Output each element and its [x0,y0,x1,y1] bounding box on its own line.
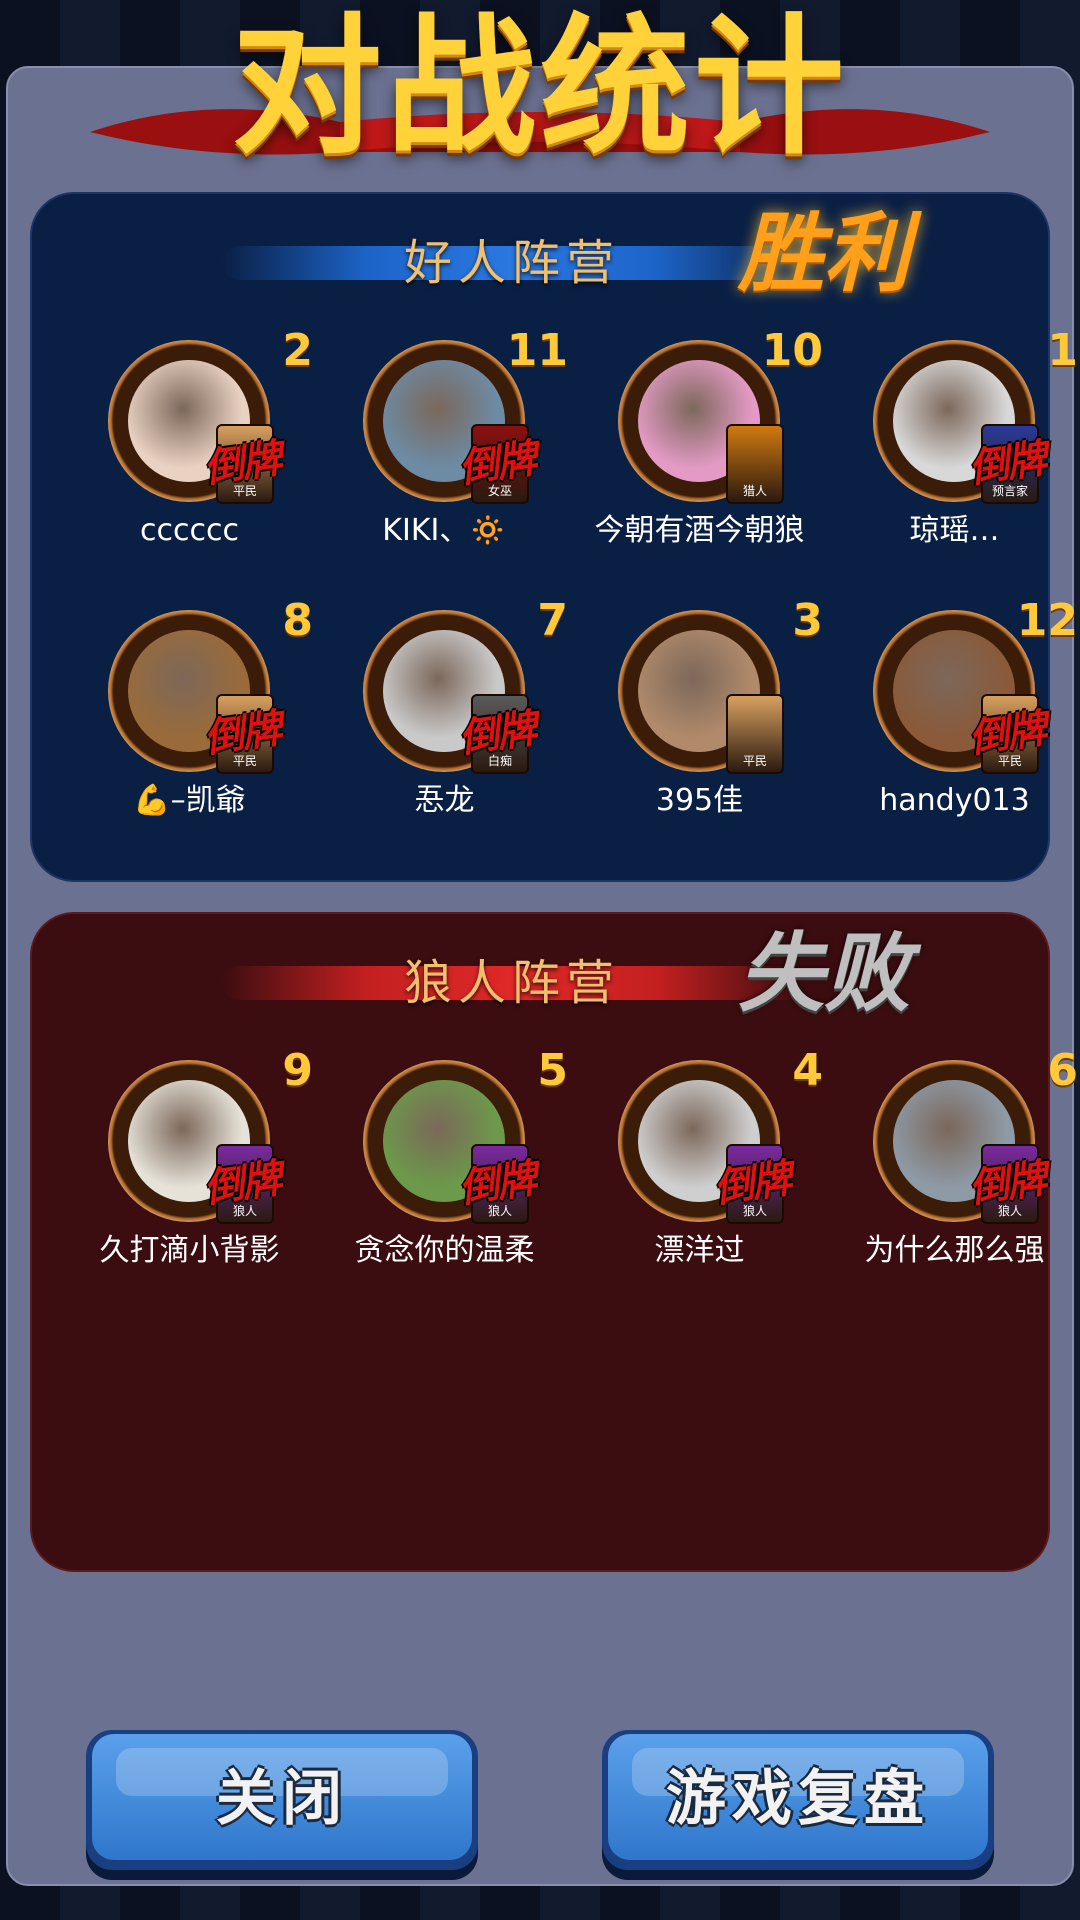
player-slot[interactable]: 6 狼人 倒牌 为什么那么强 [827,1046,1080,1320]
dead-stamp: 倒牌 [201,704,283,763]
player-slot[interactable]: 11 女巫 倒牌 KIKI、🔅 [317,326,572,600]
seat-number: 9 [282,1045,313,1096]
role-label: 猎人 [742,484,767,498]
player-slot[interactable]: 8 平民 倒牌 💪–凯爺 [62,596,317,870]
dead-stamp: 倒牌 [966,704,1048,763]
dead-stamp: 倒牌 [711,1154,793,1213]
seat-number: 12 [1016,595,1078,646]
dead-stamp: 倒牌 [456,1154,538,1213]
player-slot[interactable]: 12 平民 倒牌 handy013 [827,596,1080,870]
player-name: 为什么那么强 [864,1233,1045,1268]
seat-number: 7 [537,595,568,646]
player-slot[interactable]: 9 狼人 倒牌 久打滴小背影 [62,1046,317,1320]
seat-number: 10 [761,325,823,376]
dead-stamp: 倒牌 [456,704,538,763]
good-camp-title: 好人阵营 [403,235,620,291]
page-title: 对战统计 [231,0,848,175]
seat-number: 6 [1047,1045,1078,1096]
seat-number: 3 [792,595,823,646]
role-card-icon: 平民 [726,694,784,774]
seat-number: 4 [792,1045,823,1096]
player-name: handy013 [879,783,1030,818]
player-name: 💪–凯爺 [133,783,246,818]
dead-stamp: 倒牌 [966,434,1048,493]
close-button-label: 关闭 [216,1764,348,1834]
wolf-camp-result: 失败 [738,923,910,1024]
role-label: 平民 [742,754,767,768]
dead-stamp: 倒牌 [966,1154,1048,1213]
player-slot[interactable]: 4 狼人 倒牌 漂洋过 [572,1046,827,1320]
seat-number: 2 [282,325,313,376]
player-name: 琼瑶… [909,513,1000,548]
good-camp-result: 胜利 [738,203,910,304]
seat-number: 8 [282,595,313,646]
player-name: 今朝有酒今朝狼 [594,513,805,548]
wolf-camp-title: 狼人阵营 [403,955,620,1011]
player-slot[interactable]: 5 狼人 倒牌 贪念你的温柔 [317,1046,572,1320]
player-name: 漂洋过 [654,1233,745,1268]
good-camp-panel: 好人阵营 胜利 2 平民 倒牌 cccccc 11 女巫 倒牌 KIKI、🔅 10 猎人 今朝有酒今… [30,192,1078,882]
player-slot[interactable]: 1 预言家 倒牌 琼瑶… [827,326,1080,600]
wolf-camp-panel: 狼人阵营 失败 9 狼人 倒牌 久打滴小背影 5 狼人 倒牌 贪念你的温柔 4 狼人 倒牌 漂洋过 6 狼… [30,912,1078,1572]
player-name: 忢龙 [414,783,475,818]
seat-number: 5 [537,1045,568,1096]
replay-button-label: 游戏复盘 [666,1764,930,1834]
player-slot[interactable]: 2 平民 倒牌 cccccc [62,326,317,600]
role-card-icon: 猎人 [726,424,784,504]
player-name: KIKI、🔅 [382,513,507,548]
dead-stamp: 倒牌 [456,434,538,493]
seat-number: 11 [506,325,568,376]
dead-stamp: 倒牌 [201,434,283,493]
player-slot[interactable]: 3 平民 395佳 [572,596,827,870]
close-button[interactable]: 关闭 [86,1730,478,1870]
player-name: 贪念你的温柔 [354,1233,535,1268]
player-slot[interactable]: 7 白痴 倒牌 忢龙 [317,596,572,870]
player-slot[interactable]: 10 猎人今朝有酒今朝狼 [572,326,827,600]
seat-number: 1 [1047,325,1078,376]
player-name: cccccc [140,513,239,548]
replay-button[interactable]: 游戏复盘 [602,1730,994,1870]
player-name: 久打滴小背影 [99,1233,280,1268]
dead-stamp: 倒牌 [201,1154,283,1213]
player-name: 395佳 [655,783,744,818]
